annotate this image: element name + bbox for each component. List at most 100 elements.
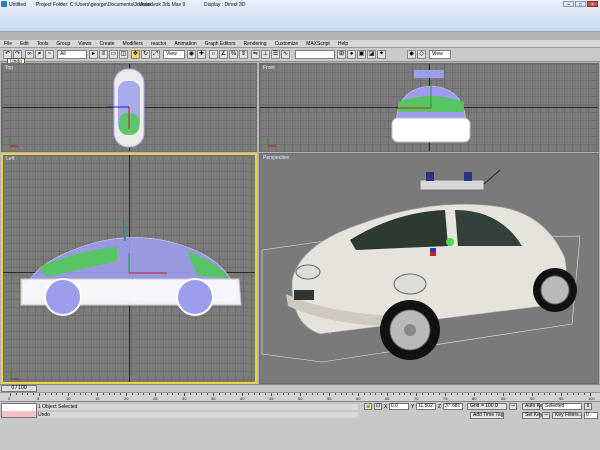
- maxscript-mini-listener[interactable]: [2, 411, 36, 417]
- trackbar-tick: [468, 393, 470, 395]
- render-setup-icon[interactable]: ▣: [357, 50, 366, 59]
- render-type-dropdown[interactable]: View: [429, 50, 451, 59]
- app-icon[interactable]: [1, 1, 7, 7]
- layer-manager-icon[interactable]: ☰: [271, 50, 280, 59]
- maximize-icon[interactable]: □: [575, 1, 586, 8]
- trackbar-tick: [56, 393, 58, 395]
- time-slider-handle[interactable]: 0 / 100: [1, 385, 37, 392]
- time-slider[interactable]: 0 / 100: [0, 384, 600, 392]
- lock-selection-icon[interactable]: 🔒: [364, 403, 372, 410]
- z-label: Z: [438, 404, 442, 410]
- trackbar-tick: [15, 393, 17, 395]
- trackbar-tick: [201, 393, 203, 395]
- grid-size-display: Grid = 100.0: [467, 403, 507, 410]
- viewport-label-top[interactable]: Top: [5, 65, 13, 71]
- trackbar-tick: [392, 393, 394, 395]
- select-and-scale-icon[interactable]: ⤢: [151, 50, 160, 59]
- viewport-left[interactable]: Left: [1, 153, 257, 384]
- align-icon[interactable]: ⊥: [261, 50, 270, 59]
- car-top-wireframe[interactable]: [107, 67, 153, 151]
- snap-toggle-icon[interactable]: ∩: [209, 50, 218, 59]
- menu-create[interactable]: Create: [96, 40, 119, 47]
- link-icon[interactable]: ∞: [25, 50, 34, 59]
- percent-snap-icon[interactable]: %: [229, 50, 238, 59]
- trackbar-tick: [508, 393, 510, 395]
- menu-help[interactable]: Help: [334, 40, 352, 47]
- menu-rendering[interactable]: Rendering: [240, 40, 271, 47]
- x-coordinate-field[interactable]: 0.0: [389, 403, 409, 410]
- menu-customize[interactable]: Customize: [271, 40, 303, 47]
- car-side-wireframe[interactable]: [17, 217, 247, 317]
- key-filters-button[interactable]: Key Filters...: [552, 412, 583, 419]
- key-mode-dropdown[interactable]: Selected: [542, 403, 582, 410]
- menu-edit[interactable]: Edit: [16, 40, 33, 47]
- frame-spinner-icon[interactable]: ⇕: [584, 403, 592, 410]
- manipulate-icon[interactable]: ✚: [197, 50, 206, 59]
- schematic-view-icon[interactable]: ⊞: [337, 50, 346, 59]
- menu-graph-editors[interactable]: Graph Editors: [201, 40, 240, 47]
- absolute-mode-icon[interactable]: ⊡: [374, 403, 382, 410]
- menu-views[interactable]: Views: [74, 40, 95, 47]
- viewport-label-left[interactable]: Left: [6, 156, 14, 162]
- render-frame-icon[interactable]: ◪: [367, 50, 376, 59]
- bind-space-warp-icon[interactable]: ~: [45, 50, 54, 59]
- rectangle-select-icon[interactable]: ▭: [109, 50, 118, 59]
- z-coordinate-field[interactable]: 37.681: [443, 403, 463, 410]
- current-frame-field[interactable]: 0: [584, 412, 598, 419]
- select-object-icon[interactable]: ▸: [89, 50, 98, 59]
- car-front-wireframe[interactable]: [386, 68, 476, 148]
- menu-bar: File Edit Tools Group Views Create Modif…: [0, 40, 600, 48]
- car-perspective-render[interactable]: [260, 154, 598, 383]
- reference-coordinate-dropdown[interactable]: View: [163, 50, 185, 59]
- angle-snap-icon[interactable]: ∠: [219, 50, 228, 59]
- trackbar-tick: [294, 393, 296, 395]
- unlink-icon[interactable]: ≠: [35, 50, 44, 59]
- window-controls: – □ ×: [563, 1, 598, 8]
- close-icon[interactable]: ×: [587, 1, 598, 8]
- mirror-icon[interactable]: ⇋: [251, 50, 260, 59]
- trackbar-tick: [497, 393, 499, 395]
- trackbar-tick: [247, 393, 249, 395]
- selection-filter-dropdown[interactable]: All: [57, 50, 87, 59]
- viewport-front[interactable]: Front: [259, 63, 599, 152]
- select-by-name-icon[interactable]: ≡: [99, 50, 108, 59]
- maxscript-listener[interactable]: [1, 403, 37, 418]
- menu-maxscript[interactable]: MAXScript: [302, 40, 334, 47]
- viewport-perspective[interactable]: Perspective: [259, 153, 599, 384]
- material-editor-icon[interactable]: ●: [347, 50, 356, 59]
- minimize-icon[interactable]: –: [563, 1, 574, 8]
- trackbar-tick: [305, 393, 307, 395]
- curve-editor-icon[interactable]: ∿: [281, 50, 290, 59]
- spinner-snap-icon[interactable]: ⇕: [239, 50, 248, 59]
- menu-reactor[interactable]: reactor: [147, 40, 171, 47]
- menu-group[interactable]: Group: [52, 40, 74, 47]
- trackbar[interactable]: 0 5 10 15 20 25 30 35 40 45 50 55 60 65 70 75 80 85 90 95 10…: [0, 392, 600, 401]
- x-label: X: [384, 404, 388, 410]
- set-key-button[interactable]: Set Key: [522, 412, 543, 419]
- trackbar-tick: [276, 393, 278, 395]
- y-coordinate-field[interactable]: 11.502: [416, 403, 436, 410]
- quick-render-icon[interactable]: ✦: [377, 50, 386, 59]
- pivot-center-icon[interactable]: ◉: [187, 50, 196, 59]
- trackbar-tick: [375, 393, 377, 395]
- trackbar-tick: [108, 393, 110, 395]
- viewport-label-front[interactable]: Front: [263, 65, 275, 71]
- select-and-move-icon[interactable]: ✥: [131, 50, 140, 59]
- select-and-rotate-icon[interactable]: ↻: [141, 50, 150, 59]
- trackbar-tick: [218, 393, 220, 395]
- render-production-icon[interactable]: ◆: [407, 50, 416, 59]
- viewport-top[interactable]: Top: [1, 63, 257, 152]
- trackbar-tick: [166, 393, 168, 395]
- set-key-icon[interactable]: ⊸: [542, 412, 550, 419]
- named-selection-set-dropdown[interactable]: [295, 50, 335, 59]
- menu-modifiers[interactable]: Modifiers: [119, 40, 147, 47]
- render-last-icon[interactable]: ◇: [417, 50, 426, 59]
- menu-file[interactable]: File: [0, 40, 16, 47]
- trackbar-tick: [421, 393, 423, 395]
- menu-tools[interactable]: Tools: [33, 40, 53, 47]
- window-crossing-icon[interactable]: ◫: [119, 50, 128, 59]
- add-time-tag-button[interactable]: Add Time Tag: [470, 412, 504, 419]
- menu-animation[interactable]: Animation: [170, 40, 200, 47]
- auto-key-button[interactable]: Auto Key: [522, 403, 545, 410]
- key-mode-icon[interactable]: ⊸: [509, 403, 517, 410]
